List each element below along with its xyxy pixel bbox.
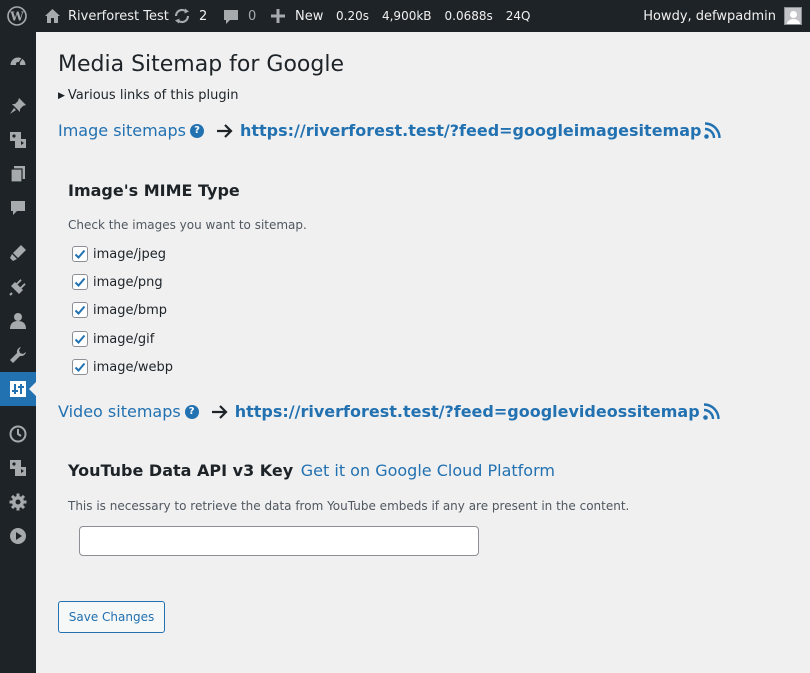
checkmark-icon [74,249,86,259]
youtube-section-title: YouTube Data API v3 Key Get it on Google… [68,461,555,480]
updates-link[interactable]: 2 [173,0,207,32]
comments-count: 0 [248,8,257,24]
mime-label: image/webp [93,359,174,375]
dashboard-icon [10,57,26,66]
video-sitemap-title: Video sitemaps [58,402,181,421]
comments-link[interactable]: 0 [222,0,256,32]
mime-option-bmp[interactable]: image/bmp [72,302,167,318]
menu-clock[interactable] [0,417,36,451]
mime-option-gif[interactable]: image/gif [72,331,154,347]
menu-plugins[interactable] [0,270,36,304]
mime-description: Check the images you want to sitemap. [68,218,307,232]
rss-icon [703,121,722,140]
menu-dashboard[interactable] [0,44,36,78]
menu-media-sitemap[interactable] [0,451,36,485]
mime-option-webp[interactable]: image/webp [72,359,173,375]
pin-icon [10,98,26,114]
stat-memory: 4,900kB [381,9,432,23]
menu-settings[interactable] [0,372,36,406]
menu-tools[interactable] [0,338,36,372]
help-icon[interactable]: ? [184,404,199,419]
plus-icon [271,9,285,23]
updates-count: 2 [199,8,208,24]
tools-icon [10,347,26,363]
comments-icon [11,201,25,215]
mime-label: image/bmp [93,302,168,318]
mime-option-jpeg[interactable]: image/jpeg [72,246,166,262]
menu-play[interactable] [0,519,36,553]
mime-option-png[interactable]: image/png [72,274,163,290]
greeting: Howdy, defwpadmin [643,8,776,24]
plugins-icon [9,279,26,296]
users-icon [10,313,26,329]
query-monitor-stats[interactable]: 0.20s 4,900kB 0.0688s 24Q [336,0,531,32]
new-content-link[interactable]: New [271,0,323,32]
image-sitemap-title: Image sitemaps [58,121,186,140]
site-home-link[interactable]: Riverforest Test [44,0,169,32]
new-label: New [295,8,324,24]
avatar [784,7,802,25]
appearance-icon [10,245,26,261]
settings-icon [10,381,26,397]
checkmark-icon [74,305,86,315]
pages-icon [10,166,25,183]
plugin-links-toggle[interactable]: ▶ Various links of this plugin [58,88,238,103]
main-content: Media Sitemap for Google ▶ Various links … [36,32,810,673]
arrow-right-icon [211,404,229,420]
checkbox[interactable] [72,359,88,375]
mime-label: image/jpeg [93,246,166,262]
checkmark-icon [74,277,86,287]
stat-queries: 24Q [505,9,531,23]
stat-time: 0.20s [336,9,369,23]
clock-icon [9,425,27,443]
youtube-description: This is necessary to retrieve the data f… [68,499,630,513]
media-icon [10,132,26,148]
details-summary: Various links of this plugin [67,88,239,103]
wordpress-logo-icon[interactable]: W [7,0,27,32]
checkbox[interactable] [72,331,88,347]
menu-gear[interactable] [0,485,36,519]
image-sitemap-row: Image sitemaps ? https://riverforest.tes… [58,121,722,140]
mime-label: image/gif [93,331,155,347]
disclosure-triangle-icon: ▶ [58,91,65,101]
help-icon[interactable]: ? [189,123,204,138]
updates-icon [174,8,190,24]
play-icon [10,528,26,544]
page-title: Media Sitemap for Google [58,52,344,77]
mime-section-title: Image's MIME Type [68,181,240,200]
save-changes-button[interactable]: Save Changes [58,601,165,633]
admin-menu [0,32,36,673]
site-name: Riverforest Test [68,8,169,24]
menu-appearance[interactable] [0,236,36,270]
video-sitemap-link[interactable]: https://riverforest.test/?feed=googlevid… [235,402,700,421]
stat-query-time: 0.0688s [444,9,493,23]
checkbox[interactable] [72,246,88,262]
gear-icon [9,493,27,511]
menu-media[interactable] [0,123,36,157]
menu-posts[interactable] [0,89,36,123]
rss-icon [702,402,720,421]
google-cloud-link[interactable]: Get it on Google Cloud Platform [301,461,555,480]
comment-icon [224,9,238,24]
admin-bar: W Riverforest Test 2 0 New 0.20s 4,900kB… [0,0,810,32]
media-icon [10,460,26,476]
checkbox[interactable] [72,302,88,318]
mime-label: image/png [93,274,163,290]
checkbox[interactable] [72,274,88,290]
menu-users[interactable] [0,304,36,338]
menu-comments[interactable] [0,191,36,225]
video-sitemap-row: Video sitemaps ? https://riverforest.tes… [58,402,720,421]
home-icon [45,9,60,23]
menu-pages[interactable] [0,157,36,191]
checkmark-icon [74,334,86,344]
image-sitemap-link[interactable]: https://riverforest.test/?feed=googleima… [240,121,701,140]
checkmark-icon [74,362,86,372]
youtube-title: YouTube Data API v3 Key [68,461,294,480]
arrow-right-icon [216,123,234,139]
youtube-api-key-input[interactable] [79,526,479,556]
my-account-link[interactable]: Howdy, defwpadmin [643,0,802,32]
svg-text:W: W [9,10,24,24]
